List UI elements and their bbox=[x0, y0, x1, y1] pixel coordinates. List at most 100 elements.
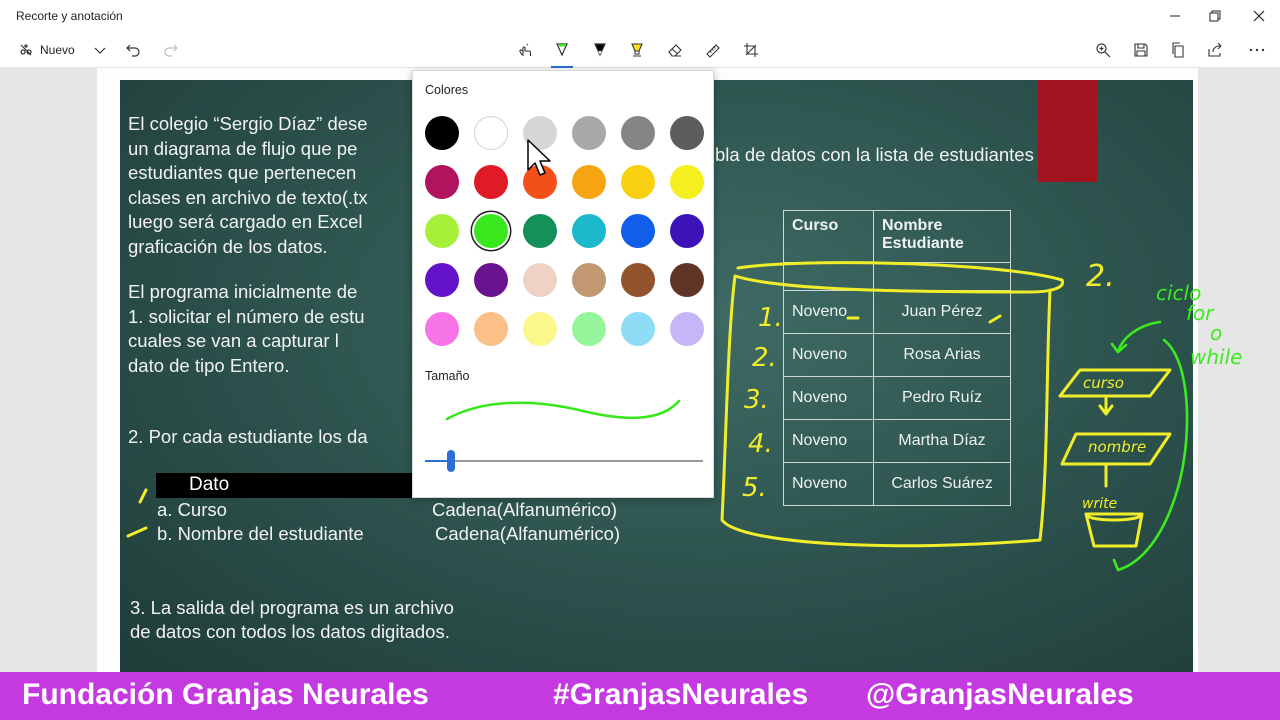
intro-line: un diagrama de flujo que pe bbox=[128, 137, 358, 159]
color-swatch[interactable] bbox=[425, 116, 459, 150]
color-swatch[interactable] bbox=[474, 263, 508, 297]
table-row: Noveno Martha Díaz bbox=[783, 419, 1011, 463]
program-line: dato de tipo Entero. bbox=[128, 354, 290, 376]
item-a: a. Curso bbox=[157, 499, 227, 520]
slide-point2: 2. Por cada estudiante los da bbox=[128, 426, 368, 447]
table-row: Noveno Rosa Arias bbox=[783, 333, 1011, 377]
touch-writing-button[interactable] bbox=[512, 36, 538, 64]
chevron-down-icon bbox=[94, 47, 106, 54]
intro-line: luego será cargado en Excel bbox=[128, 211, 363, 232]
slide-program: El programa inicialmente de 1. solicitar… bbox=[128, 280, 365, 378]
color-swatch[interactable] bbox=[670, 165, 704, 199]
undo-icon bbox=[126, 44, 140, 57]
ruler-icon bbox=[706, 44, 720, 58]
toolbar: Nuevo bbox=[0, 32, 1280, 68]
color-swatch[interactable] bbox=[474, 312, 508, 346]
color-swatch[interactable] bbox=[572, 312, 606, 346]
highlighter-button[interactable] bbox=[624, 36, 650, 64]
slide-red-tab bbox=[1038, 80, 1097, 182]
color-swatch[interactable] bbox=[425, 165, 459, 199]
redo-button[interactable] bbox=[160, 36, 182, 64]
pen-color-popup: Colores Tamaño bbox=[412, 70, 714, 498]
program-line: El programa inicialmente de bbox=[128, 281, 358, 302]
intro-line: estudiantes que pertenecen bbox=[128, 162, 357, 183]
color-swatch[interactable] bbox=[572, 116, 606, 150]
share-icon bbox=[1208, 42, 1222, 57]
title-bar: Recorte y anotación bbox=[0, 0, 1280, 32]
zoom-button[interactable] bbox=[1090, 36, 1116, 64]
color-swatch[interactable] bbox=[621, 214, 655, 248]
pencil-button[interactable] bbox=[587, 36, 613, 64]
color-swatch[interactable] bbox=[621, 312, 655, 346]
table-cell: Noveno bbox=[783, 462, 874, 506]
crop-button[interactable] bbox=[738, 36, 764, 64]
table-cell: Juan Pérez bbox=[873, 290, 1011, 334]
table-cell: Martha Díaz bbox=[873, 419, 1011, 463]
color-swatch[interactable] bbox=[425, 263, 459, 297]
color-swatch[interactable] bbox=[670, 116, 704, 150]
pencil-icon bbox=[594, 43, 606, 57]
color-swatch[interactable] bbox=[523, 312, 557, 346]
color-swatch[interactable] bbox=[425, 214, 459, 248]
restore-button[interactable] bbox=[1192, 0, 1238, 32]
color-swatch[interactable] bbox=[523, 214, 557, 248]
slide-intro: El colegio “Sergio Díaz” dese un diagram… bbox=[128, 112, 368, 259]
more-icon bbox=[1249, 48, 1265, 52]
color-swatch[interactable] bbox=[572, 263, 606, 297]
new-snip-icon bbox=[20, 44, 32, 56]
table-row: Noveno Pedro Ruíz bbox=[783, 376, 1011, 420]
copy-icon bbox=[1172, 42, 1184, 58]
size-slider-track[interactable] bbox=[425, 460, 703, 462]
color-swatch[interactable] bbox=[474, 214, 508, 248]
eraser-button[interactable] bbox=[662, 36, 688, 64]
color-swatch[interactable] bbox=[670, 214, 704, 248]
copy-button[interactable] bbox=[1165, 36, 1191, 64]
zoom-icon bbox=[1096, 43, 1111, 58]
point3-line1: 3. La salida del programa es un archivo bbox=[130, 597, 454, 618]
footer-left: Fundación Granjas Neurales bbox=[22, 678, 429, 711]
share-button[interactable] bbox=[1202, 36, 1228, 64]
save-button[interactable] bbox=[1128, 36, 1154, 64]
mouse-cursor-icon bbox=[527, 139, 551, 176]
minimize-icon bbox=[1170, 15, 1180, 17]
new-label: Nuevo bbox=[40, 43, 75, 57]
undo-button[interactable] bbox=[122, 36, 144, 64]
new-dropdown[interactable] bbox=[90, 36, 110, 64]
colors-label: Colores bbox=[425, 83, 469, 97]
intro-line: graficación de los datos. bbox=[128, 235, 328, 257]
footer-middle: #GranjasNeurales bbox=[553, 678, 809, 711]
color-swatch[interactable] bbox=[572, 165, 606, 199]
slide-right-line: bla de datos con la lista de estudiantes bbox=[715, 144, 1034, 165]
ruler-button[interactable] bbox=[700, 36, 726, 64]
intro-line: clases en archivo de texto(.tx bbox=[128, 186, 368, 208]
close-button[interactable] bbox=[1236, 0, 1280, 32]
ballpoint-pen-icon bbox=[556, 43, 568, 57]
color-swatch[interactable] bbox=[474, 165, 508, 199]
color-swatch[interactable] bbox=[621, 165, 655, 199]
table-header: Curso bbox=[783, 210, 874, 263]
color-swatch[interactable] bbox=[425, 312, 459, 346]
footer-banner: Fundación Granjas Neurales #GranjasNeura… bbox=[0, 672, 1280, 720]
table-cell: Noveno bbox=[783, 376, 874, 420]
redo-icon bbox=[164, 44, 178, 57]
color-swatch[interactable] bbox=[523, 263, 557, 297]
app-title: Recorte y anotación bbox=[16, 9, 123, 23]
more-button[interactable] bbox=[1244, 36, 1270, 64]
color-swatch[interactable] bbox=[572, 214, 606, 248]
point3-line2: de datos con todos los datos digitados. bbox=[130, 621, 450, 642]
color-swatch[interactable] bbox=[621, 116, 655, 150]
table-cell: Pedro Ruíz bbox=[873, 376, 1011, 420]
ballpoint-pen-button[interactable] bbox=[549, 36, 575, 68]
program-line: cuales se van a capturar l bbox=[128, 330, 339, 351]
footer-right: @GranjasNeurales bbox=[866, 678, 1134, 711]
stroke-preview bbox=[445, 399, 681, 421]
size-slider-thumb[interactable] bbox=[447, 450, 455, 472]
new-button[interactable]: Nuevo bbox=[14, 36, 84, 64]
color-swatch[interactable] bbox=[670, 312, 704, 346]
table-row bbox=[783, 262, 1011, 291]
table-cell: Noveno bbox=[783, 419, 874, 463]
color-swatch[interactable] bbox=[621, 263, 655, 297]
item-a-type: Cadena(Alfanumérico) bbox=[432, 499, 618, 520]
color-swatch[interactable] bbox=[670, 263, 704, 297]
color-swatch[interactable] bbox=[474, 116, 508, 150]
